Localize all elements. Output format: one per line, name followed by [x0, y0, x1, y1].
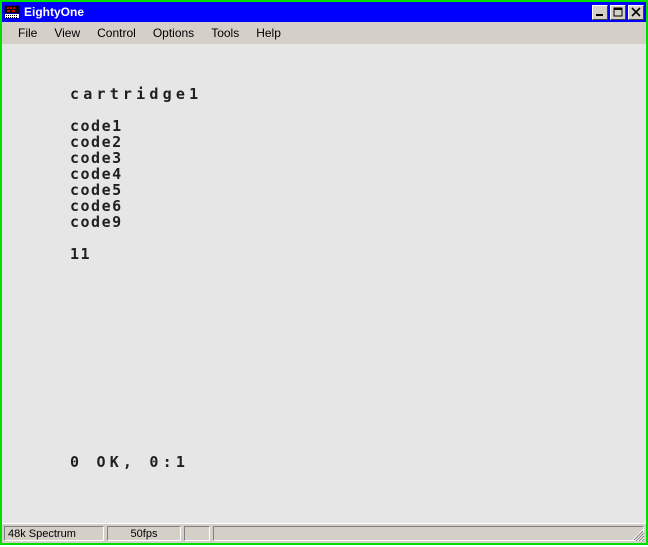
screen-line-cartridge1: cartridge1 — [70, 85, 203, 103]
menu-item-file[interactable]: File — [10, 24, 45, 42]
screen-line-blank-1 — [70, 102, 202, 118]
menu-bar: File View Control Options Tools Help — [2, 22, 646, 44]
screen-line-blank-2 — [70, 230, 202, 246]
screen-line-11: 11 — [70, 245, 92, 263]
status-panel-frame-rate: 50fps — [107, 526, 181, 541]
screen-line-code2: code2 — [70, 133, 123, 151]
minimize-button[interactable] — [592, 4, 608, 20]
menu-item-help[interactable]: Help — [248, 24, 289, 42]
menu-item-tools[interactable]: Tools — [203, 24, 247, 42]
status-bar: 48k Spectrum 50fps — [2, 523, 646, 543]
screen-line-code6: code6 — [70, 197, 123, 215]
emulator-screen[interactable]: cartridge1 code1 code2 code3 code4 code5… — [2, 44, 646, 523]
status-panel-machine-model: 48k Spectrum — [4, 526, 104, 541]
screen-line-code4: code4 — [70, 165, 123, 183]
title-bar[interactable]: EightyOne — [2, 2, 646, 22]
maximize-button[interactable] — [610, 4, 626, 20]
status-panel-message — [213, 526, 644, 541]
screen-line-code3: code3 — [70, 149, 123, 167]
screen-text-block: cartridge1 code1 code2 code3 code4 code5… — [70, 86, 202, 262]
status-panel-indicator — [184, 526, 210, 541]
menu-item-view[interactable]: View — [46, 24, 88, 42]
screen-line-code1: code1 — [70, 117, 123, 135]
menu-item-control[interactable]: Control — [89, 24, 144, 42]
screen-line-code5: code5 — [70, 181, 123, 199]
resize-grip-icon[interactable] — [631, 528, 645, 542]
zx-computer-icon — [4, 4, 20, 20]
close-button[interactable] — [628, 4, 644, 20]
window-title: EightyOne — [24, 5, 85, 19]
basic-status-message: 0 OK, 0:1 — [70, 453, 190, 471]
application-window: EightyOne File View Control Options Tool… — [0, 0, 648, 545]
menu-item-options[interactable]: Options — [145, 24, 202, 42]
screen-line-code9: code9 — [70, 213, 123, 231]
